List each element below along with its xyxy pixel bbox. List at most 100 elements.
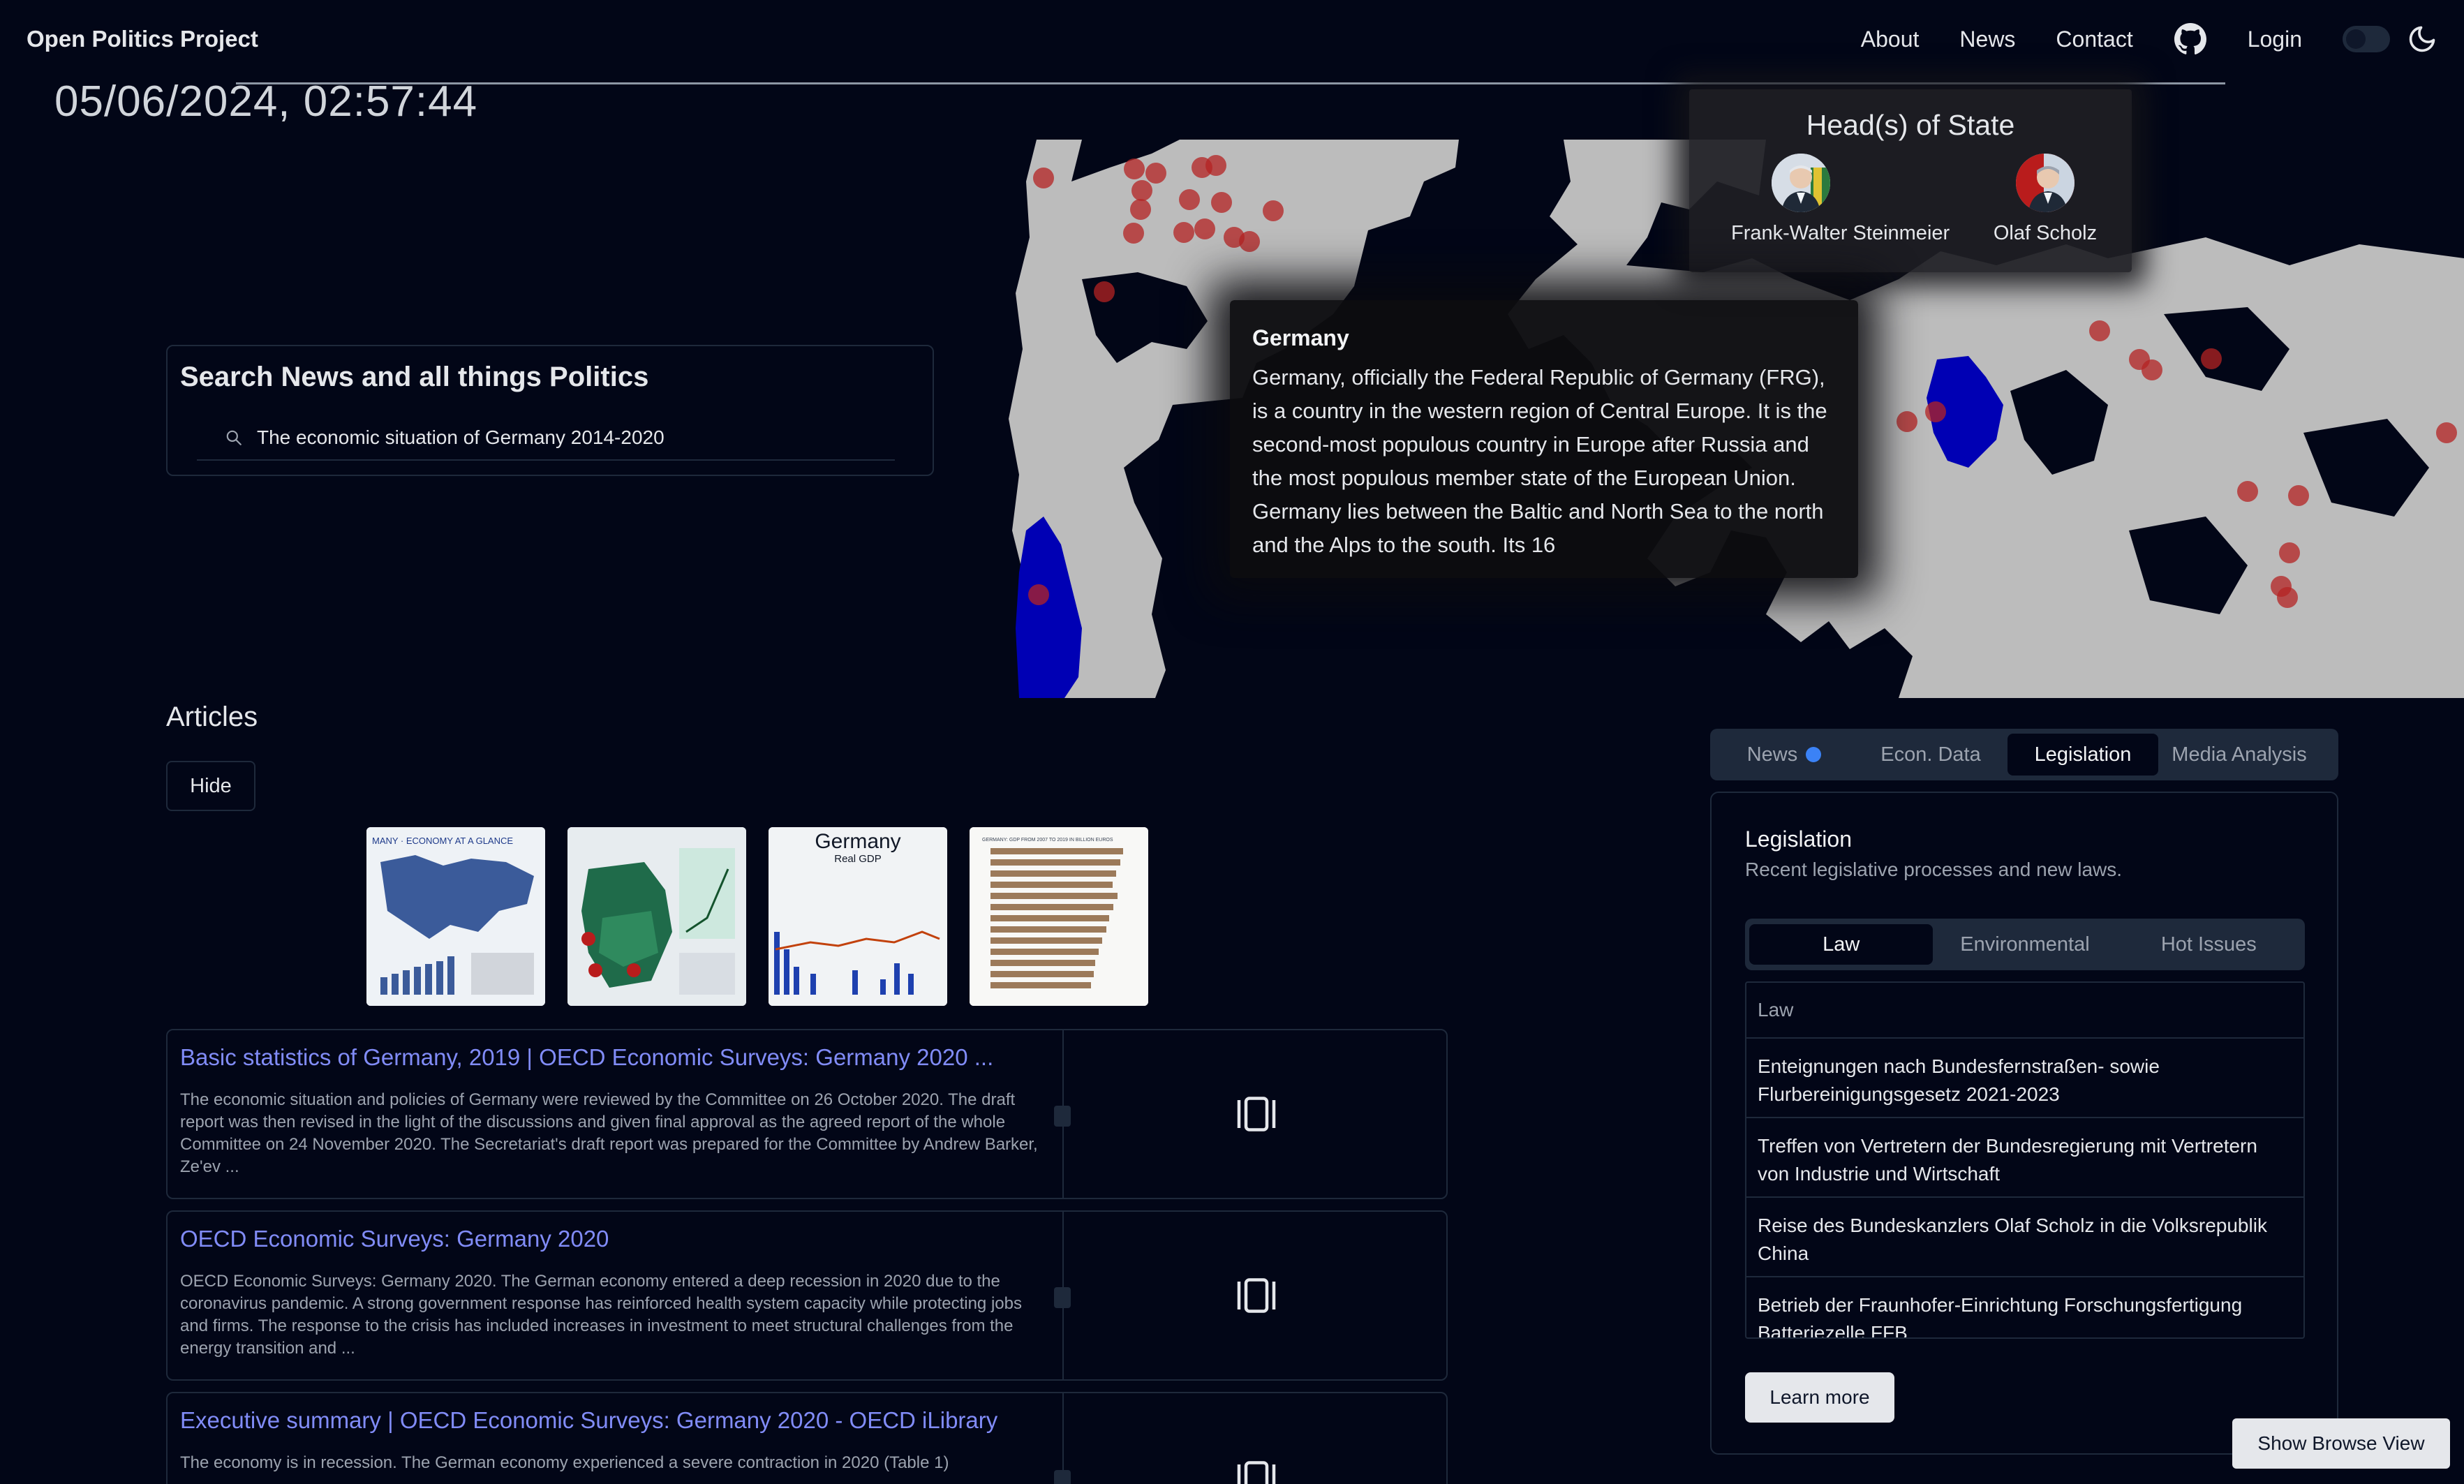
map-event-marker <box>1094 281 1115 302</box>
map-event-marker <box>1263 200 1284 221</box>
article-content: OECD Economic Surveys: Germany 2020 OECD… <box>168 1212 1062 1379</box>
map-event-marker <box>2201 348 2222 369</box>
law-table-header: Law <box>1746 983 2303 1039</box>
thumbnail-subcaption: Real GDP <box>834 853 882 865</box>
nav-link-about[interactable]: About <box>1861 27 1920 52</box>
brand-logo-text[interactable]: Open Politics Project <box>27 26 258 52</box>
gallery-horizontal-icon[interactable] <box>1235 1275 1277 1316</box>
map-event-marker <box>2237 481 2258 502</box>
article-title-link[interactable]: Executive summary | OECD Economic Survey… <box>180 1407 1050 1434</box>
article-title-link[interactable]: Basic statistics of Germany, 2019 | OECD… <box>180 1044 1050 1071</box>
avatar <box>1772 154 1830 212</box>
article-content: Basic statistics of Germany, 2019 | OECD… <box>168 1030 1062 1198</box>
map-event-marker <box>1239 231 1260 252</box>
map-event-marker <box>1897 411 1917 432</box>
github-icon[interactable] <box>2174 22 2207 56</box>
search-icon <box>226 430 242 445</box>
map-event-marker <box>2436 422 2457 443</box>
learn-more-button[interactable]: Learn more <box>1745 1372 1894 1423</box>
subtab-environmental[interactable]: Environmental <box>1933 924 2116 965</box>
articles-heading: Articles <box>166 702 258 732</box>
map-event-marker <box>1173 222 1194 243</box>
theme-toggle[interactable] <box>2343 26 2390 52</box>
article-snippet: OECD Economic Surveys: Germany 2020. The… <box>180 1272 1022 1358</box>
map-event-marker <box>1124 158 1145 179</box>
tab-econ-data[interactable]: Econ. Data <box>1854 734 2007 776</box>
show-browse-view-button[interactable]: Show Browse View <box>2232 1418 2450 1469</box>
nav-link-news[interactable]: News <box>1959 27 2015 52</box>
heads-of-state-title: Head(s) of State <box>1806 109 2015 141</box>
subtab-hot-issues[interactable]: Hot Issues <box>2117 924 2301 965</box>
thumbnail-economy-at-a-glance[interactable]: MANY · ECONOMY AT A GLANCE <box>366 827 545 1006</box>
article-card[interactable]: Basic statistics of Germany, 2019 | OECD… <box>166 1029 1448 1199</box>
search-title: Search News and all things Politics <box>180 362 649 392</box>
article-title-link[interactable]: OECD Economic Surveys: Germany 2020 <box>180 1226 1050 1252</box>
top-navbar: Open Politics Project About News Contact… <box>0 0 2464 78</box>
map-event-marker <box>1033 168 1054 188</box>
login-link[interactable]: Login <box>2248 27 2302 52</box>
resize-handle[interactable] <box>1054 1106 1071 1127</box>
country-name: Germany <box>1252 325 1349 350</box>
resize-handle[interactable] <box>1054 1287 1071 1308</box>
thumbnail-image: Germany Real GDP <box>769 827 947 1006</box>
map-event-marker <box>1205 155 1226 176</box>
header-divider <box>236 82 2225 84</box>
map-event-marker <box>1131 180 1152 201</box>
country-info-card: Germany Germany, officially the Federal … <box>1230 300 1858 578</box>
search-input[interactable] <box>257 426 885 449</box>
map-event-marker <box>1130 199 1151 220</box>
article-snippet: The economic situation and policies of G… <box>180 1090 1038 1176</box>
nav-link-contact[interactable]: Contact <box>2056 27 2132 52</box>
moon-icon[interactable] <box>2407 24 2437 54</box>
search-bar[interactable] <box>197 416 895 461</box>
hide-articles-button[interactable]: Hide <box>166 761 255 811</box>
avatar <box>2016 154 2075 212</box>
article-image-thumbnails: MANY · ECONOMY AT A GLANCE Germany Real … <box>366 827 1148 1006</box>
head-of-state-card[interactable]: Olaf Scholz <box>1975 154 2115 245</box>
article-card[interactable]: OECD Economic Surveys: Germany 2020 OECD… <box>166 1210 1448 1381</box>
legislation-subtabs: Law Environmental Hot Issues <box>1745 919 2305 970</box>
article-snippet: The economy is in recession. The German … <box>180 1453 949 1472</box>
current-datetime: 05/06/2024, 02:57:44 <box>54 77 478 126</box>
tab-news[interactable]: News <box>1714 734 1854 776</box>
thumbnail-image: GERMANY: GDP FROM 2007 TO 2019 IN BILLIO… <box>970 827 1148 1006</box>
map-event-marker <box>2288 485 2309 506</box>
thumbnail-germany-map[interactable] <box>567 827 746 1006</box>
map-event-marker <box>2142 359 2162 380</box>
law-row[interactable]: Treffen von Vertretern der Bundesregieru… <box>1746 1118 2303 1198</box>
resize-handle[interactable] <box>1054 1470 1071 1484</box>
map-event-marker <box>2279 542 2300 563</box>
portrait-image <box>1772 154 1830 212</box>
law-row[interactable]: Enteignungen nach Bundesfernstraßen- sow… <box>1746 1039 2303 1118</box>
legislation-subtitle: Recent legislative processes and new law… <box>1745 859 2123 880</box>
map-event-marker <box>1028 584 1049 605</box>
law-row[interactable]: Reise des Bundeskanzlers Olaf Scholz in … <box>1746 1198 2303 1277</box>
tab-media-analysis[interactable]: Media Analysis <box>2158 734 2320 776</box>
law-row[interactable]: Betrieb der Fraunhofer-Einrichtung Forsc… <box>1746 1277 2303 1337</box>
legislation-card: Legislation Recent legislative processes… <box>1710 792 2338 1455</box>
article-card[interactable]: Executive summary | OECD Economic Survey… <box>166 1392 1448 1484</box>
portrait-image <box>2016 154 2075 212</box>
law-table: Law Enteignungen nach Bundesfernstraßen-… <box>1745 981 2305 1339</box>
map-event-marker <box>1211 192 1232 213</box>
country-description: Germany, officially the Federal Republic… <box>1252 365 1827 557</box>
article-content: Executive summary | OECD Economic Survey… <box>168 1393 1062 1484</box>
map-event-marker <box>2089 320 2110 341</box>
subtab-law[interactable]: Law <box>1749 924 1934 965</box>
map-event-marker <box>1925 401 1946 422</box>
head-of-state-name: Olaf Scholz <box>1993 222 2098 244</box>
head-of-state-card[interactable]: Frank-Walter Steinmeier <box>1731 154 1950 245</box>
head-of-state-name: Frank-Walter Steinmeier <box>1731 222 1950 244</box>
map-event-marker <box>1123 223 1144 244</box>
tab-legislation[interactable]: Legislation <box>2007 734 2158 776</box>
search-card: Search News and all things Politics <box>166 345 934 476</box>
map-event-marker <box>1194 218 1215 239</box>
thumbnail-germany-real-gdp[interactable]: Germany Real GDP <box>769 827 947 1006</box>
map-event-marker <box>1145 163 1166 184</box>
gallery-horizontal-icon[interactable] <box>1235 1457 1277 1484</box>
thumbnail-caption: Germany <box>815 830 900 853</box>
thumbnail-gdp-bar-chart[interactable]: GERMANY: GDP FROM 2007 TO 2019 IN BILLIO… <box>970 827 1148 1006</box>
nav-links: About News Contact Login <box>1861 22 2437 56</box>
thumbnail-caption: GERMANY: GDP FROM 2007 TO 2019 IN BILLIO… <box>982 838 1113 843</box>
gallery-horizontal-icon[interactable] <box>1235 1093 1277 1135</box>
